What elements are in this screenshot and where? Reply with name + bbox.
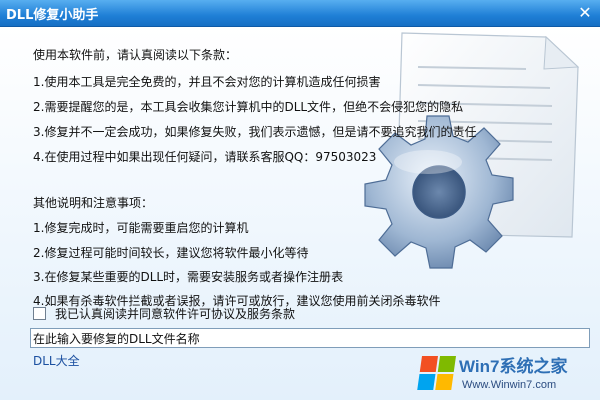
close-button[interactable]: ✕ bbox=[576, 4, 594, 22]
watermark-url: Www.Winwin7.com bbox=[462, 379, 557, 391]
notes-item: 3.在修复某些重要的DLL时，需要安装服务或者操作注册表 bbox=[33, 270, 344, 284]
terms-item: 3.修复并不一定会成功，如果修复失败，我们表示遗憾，但是请不要追究我们的责任 bbox=[33, 125, 477, 139]
dll-name-input[interactable]: 在此输入要修复的DLL文件名称 bbox=[30, 328, 590, 348]
watermark-brand: Win7系统之家 bbox=[459, 357, 568, 376]
terms-item: 4.在使用过程中如果出现任何疑问，请联系客服QQ：97503023 bbox=[33, 150, 377, 164]
title-bar[interactable]: DLL修复小助手 ✕ bbox=[0, 0, 600, 27]
agreement-checkbox[interactable] bbox=[33, 306, 46, 320]
agreement-label[interactable]: 我已认真阅读并同意软件许可协议及服务条款 bbox=[55, 305, 295, 322]
terms-heading: 使用本软件前，请认真阅读以下条款： bbox=[33, 48, 238, 62]
notes-item: 2.修复过程可能时间较长，建议您将软件最小化等待 bbox=[33, 246, 309, 260]
terms-item: 1.使用本工具是完全免费的，并且不会对您的计算机造成任何损害 bbox=[33, 75, 381, 89]
dll-library-link[interactable]: DLL大全 bbox=[33, 352, 80, 369]
notes-item: 1.修复完成时，可能需要重启您的计算机 bbox=[33, 221, 249, 235]
terms-item: 2.需要提醒您的是，本工具会收集您计算机中的DLL文件，但绝不会侵犯您的隐私 bbox=[33, 100, 464, 114]
agreement-row[interactable]: 我已认真阅读并同意软件许可协议及服务条款 bbox=[33, 304, 295, 322]
notes-heading: 其他说明和注意事项： bbox=[33, 196, 154, 210]
windows-logo-icon bbox=[417, 356, 456, 390]
dll-repair-window: DLL修复小助手 ✕ 使用本软件前，请认真阅读以下条款： 1.使用本工具是完全免… bbox=[0, 0, 600, 400]
document-gear-illustration bbox=[364, 32, 580, 269]
window-title: DLL修复小助手 bbox=[6, 8, 99, 23]
